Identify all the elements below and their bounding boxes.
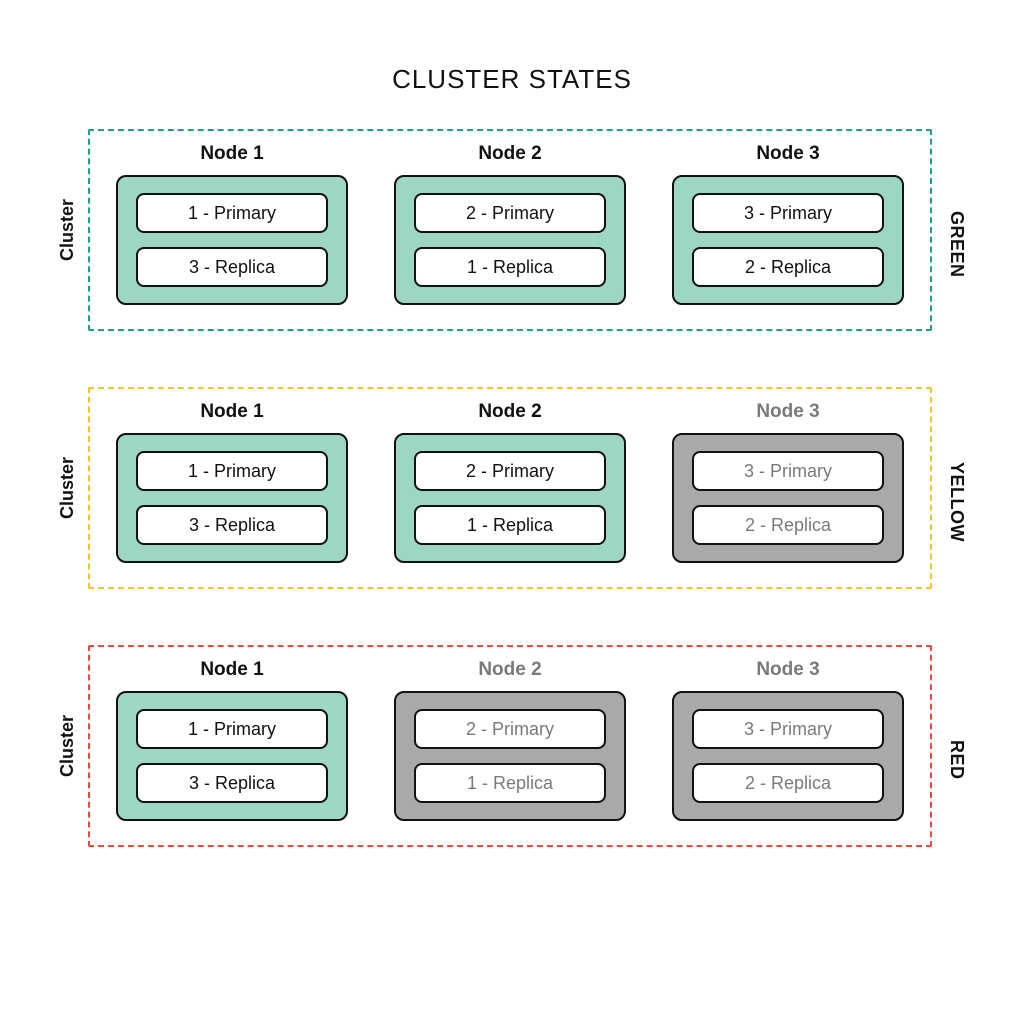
node-2: Node 2 2 - Primary 1 - Replica — [394, 401, 626, 563]
node-title: Node 2 — [478, 143, 541, 165]
shard-replica: 2 - Replica — [692, 247, 884, 287]
cluster-row-red: Cluster Node 1 1 - Primary 3 - Replica N… — [57, 645, 967, 847]
shard-replica: 3 - Replica — [136, 247, 328, 287]
node-title: Node 3 — [756, 401, 819, 423]
node-1: Node 1 1 - Primary 3 - Replica — [116, 143, 348, 305]
node-box: 3 - Primary 2 - Replica — [672, 433, 904, 563]
shard-primary: 2 - Primary — [414, 451, 606, 491]
node-title: Node 2 — [478, 401, 541, 423]
shard-replica: 1 - Replica — [414, 505, 606, 545]
state-label-yellow: YELLOW — [946, 462, 967, 542]
node-box: 2 - Primary 1 - Replica — [394, 433, 626, 563]
state-label-green: GREEN — [946, 211, 967, 278]
node-title: Node 1 — [200, 401, 263, 423]
node-title: Node 1 — [200, 143, 263, 165]
node-1: Node 1 1 - Primary 3 - Replica — [116, 401, 348, 563]
cluster-box-red: Node 1 1 - Primary 3 - Replica Node 2 2 … — [88, 645, 932, 847]
node-title: Node 2 — [478, 659, 541, 681]
node-box: 1 - Primary 3 - Replica — [116, 433, 348, 563]
shard-replica: 3 - Replica — [136, 505, 328, 545]
shard-primary: 2 - Primary — [414, 193, 606, 233]
cluster-row-yellow: Cluster Node 1 1 - Primary 3 - Replica N… — [57, 387, 967, 589]
shard-primary: 2 - Primary — [414, 709, 606, 749]
node-3: Node 3 3 - Primary 2 - Replica — [672, 401, 904, 563]
cluster-rows: Cluster Node 1 1 - Primary 3 - Replica N… — [57, 129, 967, 847]
node-1: Node 1 1 - Primary 3 - Replica — [116, 659, 348, 821]
shard-primary: 3 - Primary — [692, 451, 884, 491]
shard-replica: 1 - Replica — [414, 763, 606, 803]
shard-primary: 3 - Primary — [692, 193, 884, 233]
diagram-title: CLUSTER STATES — [392, 64, 632, 95]
node-2: Node 2 2 - Primary 1 - Replica — [394, 659, 626, 821]
shard-replica: 2 - Replica — [692, 763, 884, 803]
node-title: Node 3 — [756, 659, 819, 681]
node-3: Node 3 3 - Primary 2 - Replica — [672, 143, 904, 305]
node-2: Node 2 2 - Primary 1 - Replica — [394, 143, 626, 305]
shard-replica: 2 - Replica — [692, 505, 884, 545]
node-box: 1 - Primary 3 - Replica — [116, 175, 348, 305]
shard-primary: 1 - Primary — [136, 193, 328, 233]
node-box: 3 - Primary 2 - Replica — [672, 691, 904, 821]
node-box: 2 - Primary 1 - Replica — [394, 175, 626, 305]
node-3: Node 3 3 - Primary 2 - Replica — [672, 659, 904, 821]
node-title: Node 1 — [200, 659, 263, 681]
cluster-left-label: Cluster — [57, 199, 78, 261]
shard-replica: 1 - Replica — [414, 247, 606, 287]
node-box: 2 - Primary 1 - Replica — [394, 691, 626, 821]
node-box: 1 - Primary 3 - Replica — [116, 691, 348, 821]
cluster-box-green: Node 1 1 - Primary 3 - Replica Node 2 2 … — [88, 129, 932, 331]
shard-primary: 1 - Primary — [136, 709, 328, 749]
state-label-red: RED — [946, 740, 967, 780]
node-title: Node 3 — [756, 143, 819, 165]
shard-primary: 3 - Primary — [692, 709, 884, 749]
shard-primary: 1 - Primary — [136, 451, 328, 491]
cluster-left-label: Cluster — [57, 457, 78, 519]
cluster-box-yellow: Node 1 1 - Primary 3 - Replica Node 2 2 … — [88, 387, 932, 589]
cluster-row-green: Cluster Node 1 1 - Primary 3 - Replica N… — [57, 129, 967, 331]
cluster-left-label: Cluster — [57, 715, 78, 777]
shard-replica: 3 - Replica — [136, 763, 328, 803]
node-box: 3 - Primary 2 - Replica — [672, 175, 904, 305]
